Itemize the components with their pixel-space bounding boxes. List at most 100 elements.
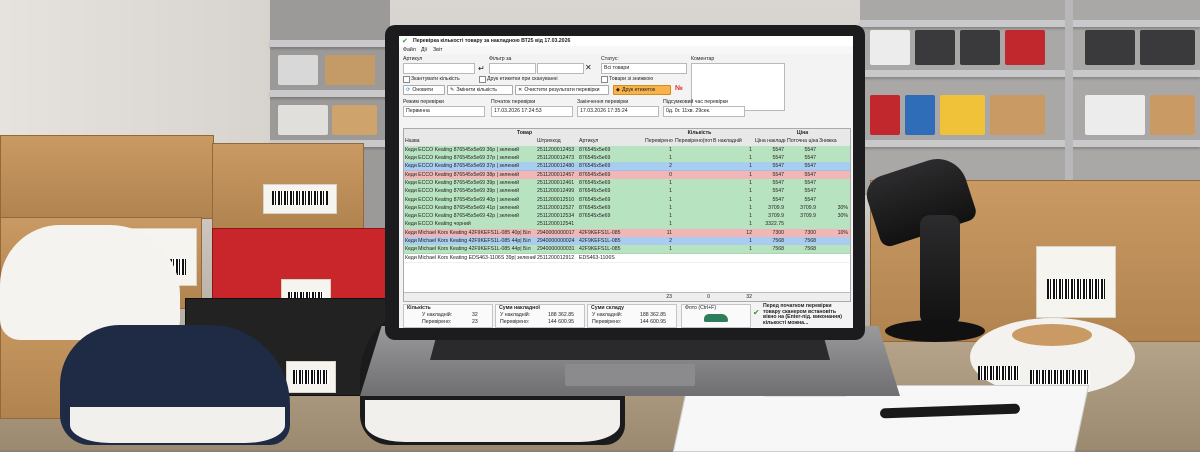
- table-cell: 1: [749, 204, 752, 211]
- discount-items-label: Товари зі знижкою: [609, 76, 654, 82]
- table-cell: Кеди ECCO Keating 876545x5e69 40р | зеле…: [405, 196, 519, 203]
- scan-qty-checkbox[interactable]: [403, 76, 410, 83]
- table-cell: 5547: [772, 196, 784, 203]
- table-cell: 5547: [804, 146, 816, 153]
- laptop-screen: ✔ Перевірка кількості товару за накладно…: [399, 36, 853, 328]
- table-cell: Кеди ECCO Keating чорний: [405, 221, 471, 228]
- sum-warehouse-summary: Суми складу У накладній: 188 362.85 Пере…: [587, 304, 677, 328]
- table-cell: 30%: [837, 213, 848, 220]
- tag-icon: ◆: [616, 87, 620, 93]
- table-cell: 1: [669, 188, 672, 195]
- window-title: Перевірка кількості товару за накладною …: [413, 38, 571, 44]
- table-cell: 2511200012912: [537, 254, 575, 261]
- filter-value-input[interactable]: [537, 63, 584, 74]
- barcode-label: [286, 361, 336, 393]
- table-cell: 1: [749, 213, 752, 220]
- table-cell: 876545x5e69: [579, 188, 611, 195]
- menu-file[interactable]: Файл: [403, 47, 416, 53]
- article-input[interactable]: [403, 63, 475, 74]
- change-qty-button[interactable]: ✎ Змінити кількість: [447, 85, 513, 95]
- table-cell: 1: [749, 188, 752, 195]
- white-sneaker: [0, 225, 180, 340]
- number-button[interactable]: №: [675, 85, 683, 92]
- table-cell: 876545x5e69: [579, 171, 611, 178]
- refresh-icon: ⟳: [406, 87, 411, 93]
- table-row[interactable]: Кеди Michael Kors Keating EDS463-1106S 3…: [404, 253, 850, 263]
- table-cell: 1: [749, 221, 752, 228]
- check-mode-label: Режим перевірки: [403, 99, 444, 105]
- pencil-icon: ✎: [450, 87, 455, 93]
- table-cell: 3709.9: [800, 204, 816, 211]
- table-cell: 1: [669, 179, 672, 186]
- table-cell: 876545x5e69: [579, 155, 611, 162]
- print-labels-button[interactable]: ◆ Друк етикеток: [613, 85, 671, 95]
- check-mode-select[interactable]: Первинна: [403, 106, 485, 117]
- start-field: 17.03.2026 17:24:53: [491, 106, 573, 117]
- table-cell: 1: [749, 155, 752, 162]
- sum-invoice-summary: Суми накладної У накладній: 188 362.85 П…: [495, 304, 585, 328]
- table-cell: Кеди ECCO Keating 876545x5e69 37р | зеле…: [405, 163, 519, 170]
- table-cell: 7568: [772, 238, 784, 245]
- menu-report[interactable]: Звіт: [433, 47, 442, 53]
- table-cell: Кеди Michael Kors Keating 42F9KEFS1L-085…: [405, 246, 531, 253]
- table-cell: 5547: [772, 188, 784, 195]
- menu-bar: Файл Дії Звіт: [399, 46, 853, 54]
- end-label: Закінчення перевірки: [577, 99, 629, 105]
- table-totals: 23 0 32: [404, 292, 850, 302]
- clear-results-button[interactable]: ✕ Очистити результати перевірки: [515, 85, 609, 95]
- table-cell: 2511200012541: [537, 221, 575, 228]
- comment-label: Коментар: [691, 56, 715, 62]
- table-cell: 5547: [772, 179, 784, 186]
- table-cell: 2511200012457: [537, 171, 575, 178]
- filter-label: Фільтр за: [489, 56, 512, 62]
- table-cell: Кеди ECCO Keating 876545x5e69 39р | зеле…: [405, 179, 519, 186]
- table-cell: 1: [749, 171, 752, 178]
- table-cell: 2511200012480: [537, 163, 575, 170]
- table-cell: Кеди ECCO Keating 876545x5e69 41р | зеле…: [405, 204, 519, 211]
- clear-icon[interactable]: ✕: [585, 63, 592, 72]
- table-cell: 876545x5e69: [579, 179, 611, 186]
- laptop-touchpad: [565, 364, 695, 386]
- cardboard-box: [0, 135, 214, 219]
- enter-icon[interactable]: ↵: [478, 64, 485, 73]
- shoe-photo: [704, 314, 728, 322]
- table-cell: 5547: [772, 163, 784, 170]
- article-label: Артикул: [403, 56, 423, 62]
- table-cell: 30%: [837, 204, 848, 211]
- table-cell: Кеди ECCO Keating 876545x5e69 37р | зеле…: [405, 155, 519, 162]
- table-cell: 7568: [804, 246, 816, 253]
- print-on-scan-checkbox[interactable]: [479, 76, 486, 83]
- items-table: Товар Кількість Ціна Назва Штрихкод Арти…: [403, 128, 851, 302]
- navy-sneaker: [60, 325, 290, 445]
- filter-select[interactable]: [489, 63, 536, 74]
- table-cell: 876545x5e69: [579, 213, 611, 220]
- end-field: 17.03.2026 17:35:24: [577, 106, 659, 117]
- table-cell: 1: [749, 179, 752, 186]
- close-icon: ✕: [518, 87, 523, 93]
- table-cell: Кеди Michael Kors Keating EDS463-1106S 3…: [405, 254, 536, 261]
- table-cell: 2: [669, 163, 672, 170]
- menu-actions[interactable]: Дії: [421, 47, 427, 53]
- status-select[interactable]: Всі товари: [601, 63, 687, 74]
- success-icon: ✔: [753, 308, 760, 317]
- refresh-button[interactable]: ⟳ Оновити: [403, 85, 445, 95]
- table-cell: 11: [666, 229, 672, 236]
- table-cell: Кеди ECCO Keating 876545x5e69 38р | зеле…: [405, 171, 519, 178]
- table-cell: Кеди ECCO Keating 876545x5e69 36р | зеле…: [405, 146, 519, 153]
- discount-items-checkbox[interactable]: [601, 76, 608, 83]
- table-cell: EDS463-1106S: [579, 254, 615, 261]
- table-cell: 1: [669, 246, 672, 253]
- table-cell: 10%: [837, 229, 848, 236]
- table-cell: 1: [749, 246, 752, 253]
- table-cell: 876545x5e69: [579, 204, 611, 211]
- table-cell: 2940000000031: [537, 246, 575, 253]
- table-cell: 1: [669, 221, 672, 228]
- table-cell: 5547: [804, 171, 816, 178]
- table-cell: Кеди Michael Kors Keating 42F9KEFS1L-085…: [405, 229, 531, 236]
- table-cell: 5547: [772, 146, 784, 153]
- barcode-label: [263, 184, 337, 214]
- table-cell: 3709.9: [800, 213, 816, 220]
- notice-panel: ✔ Перед початком перевірки товару сканер…: [753, 303, 843, 326]
- table-cell: 5547: [804, 196, 816, 203]
- table-cell: 0: [669, 171, 672, 178]
